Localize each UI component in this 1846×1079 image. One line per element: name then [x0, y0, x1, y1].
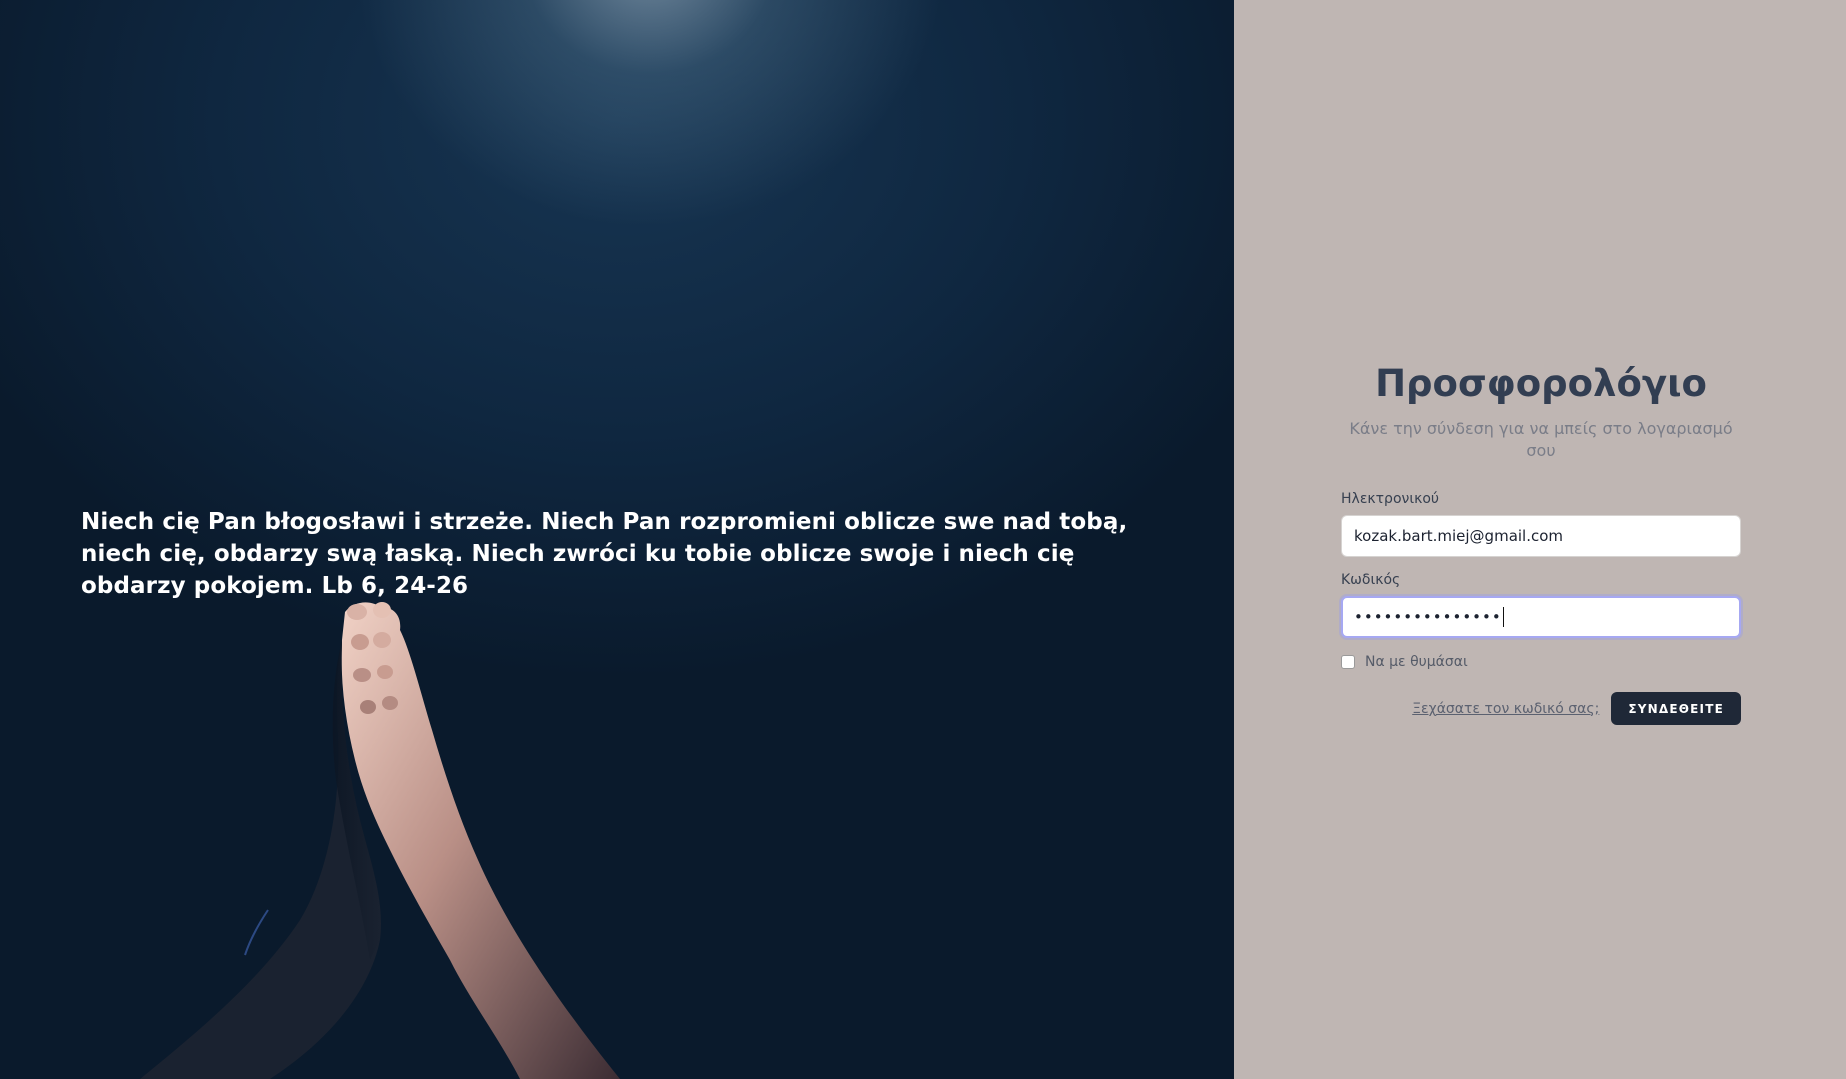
- text-caret: [1502, 607, 1504, 627]
- password-field[interactable]: •••••••••••••••: [1341, 596, 1741, 638]
- remember-me-checkbox[interactable]: [1341, 655, 1355, 669]
- password-value: •••••••••••••••: [1354, 608, 1502, 626]
- login-page: Niech cię Pan błogosławi i strzeże. Niec…: [0, 0, 1846, 1079]
- email-label: Ηλεκτρονικού: [1341, 491, 1439, 507]
- password-label: Κωδικός: [1341, 572, 1401, 588]
- login-form: Προσφορολόγιο Κάνε την σύνδεση για να μπ…: [1341, 358, 1741, 725]
- remember-me-label[interactable]: Να με θυμάσαι: [1365, 654, 1468, 670]
- forgot-password-link[interactable]: Ξεχάσατε τον κωδικό σας;: [1412, 701, 1599, 717]
- bible-quote: Niech cię Pan błogosławi i strzeże. Niec…: [81, 509, 1128, 599]
- email-field[interactable]: kozak.bart.miej@gmail.com: [1341, 515, 1741, 557]
- login-button[interactable]: ΣΥΝΔΕΘΕΙΤΕ: [1611, 692, 1741, 725]
- remember-me-row: Να με θυμάσαι: [1341, 654, 1741, 670]
- app-title: Προσφορολόγιο: [1375, 362, 1707, 405]
- login-panel: Προσφορολόγιο Κάνε την σύνδεση για να μπ…: [1234, 0, 1846, 1079]
- login-subtitle: Κάνε την σύνδεση για να μπείς στο λογαρι…: [1349, 419, 1733, 460]
- email-value: kozak.bart.miej@gmail.com: [1354, 527, 1564, 545]
- form-actions: Ξεχάσατε τον κωδικό σας; ΣΥΝΔΕΘΕΙΤΕ: [1341, 692, 1741, 725]
- hero-panel: Niech cię Pan błogosławi i strzeże. Niec…: [0, 0, 1234, 1079]
